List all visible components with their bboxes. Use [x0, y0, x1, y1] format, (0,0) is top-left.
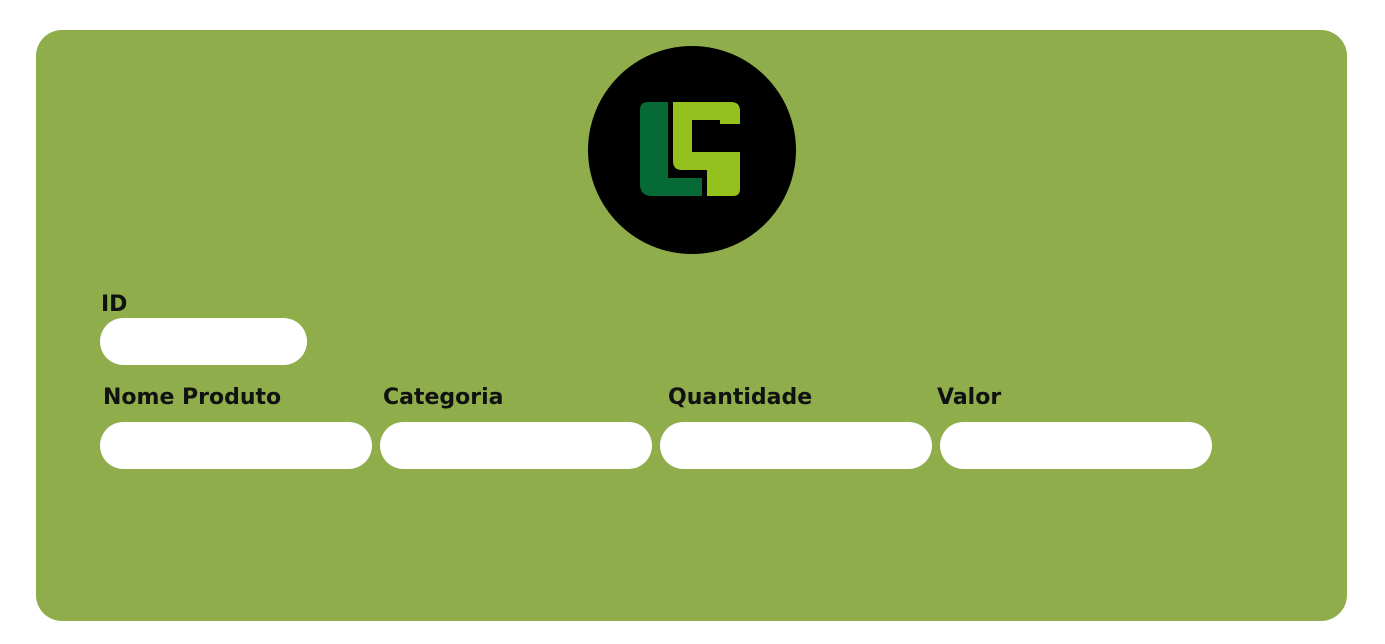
- valor-label: Valor: [937, 385, 1002, 410]
- categoria-field[interactable]: [380, 422, 652, 469]
- nome-produto-field[interactable]: [100, 422, 372, 469]
- valor-field[interactable]: [940, 422, 1212, 469]
- lg-monogram-icon: [640, 102, 740, 196]
- categoria-label: Categoria: [383, 385, 504, 410]
- id-label: ID: [101, 292, 128, 317]
- quantidade-field[interactable]: [660, 422, 932, 469]
- quantidade-label: Quantidade: [668, 385, 813, 410]
- id-field[interactable]: [100, 318, 307, 365]
- nome-produto-label: Nome Produto: [103, 385, 282, 410]
- logo: [588, 46, 796, 254]
